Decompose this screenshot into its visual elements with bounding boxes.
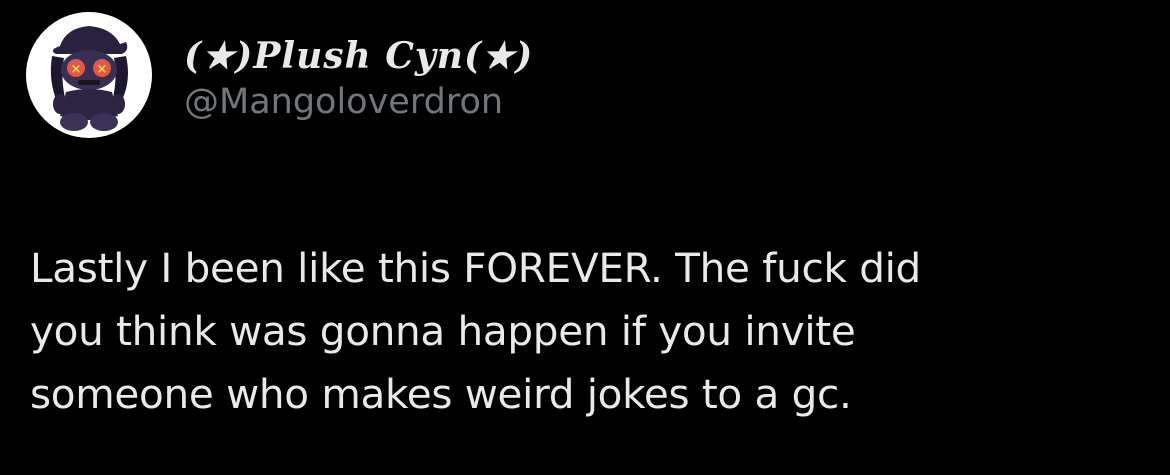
svg-text:×: × <box>97 62 108 77</box>
tweet-header: × × (★)Plush Cyn(★) @Mangoloverdron <box>26 12 533 138</box>
plush-doll-avatar-icon: × × <box>50 26 128 131</box>
tweet-card: × × (★)Plush Cyn(★) @Mangoloverdron Last… <box>0 0 1170 475</box>
user-identity: (★)Plush Cyn(★) @Mangoloverdron <box>184 34 533 124</box>
svg-text:×: × <box>71 62 82 77</box>
user-handle[interactable]: @Mangoloverdron <box>184 80 533 124</box>
display-name[interactable]: (★)Plush Cyn(★) <box>184 34 533 78</box>
tweet-text: Lastly I been like this FOREVER. The fuc… <box>30 244 921 418</box>
avatar[interactable]: × × <box>26 12 152 138</box>
